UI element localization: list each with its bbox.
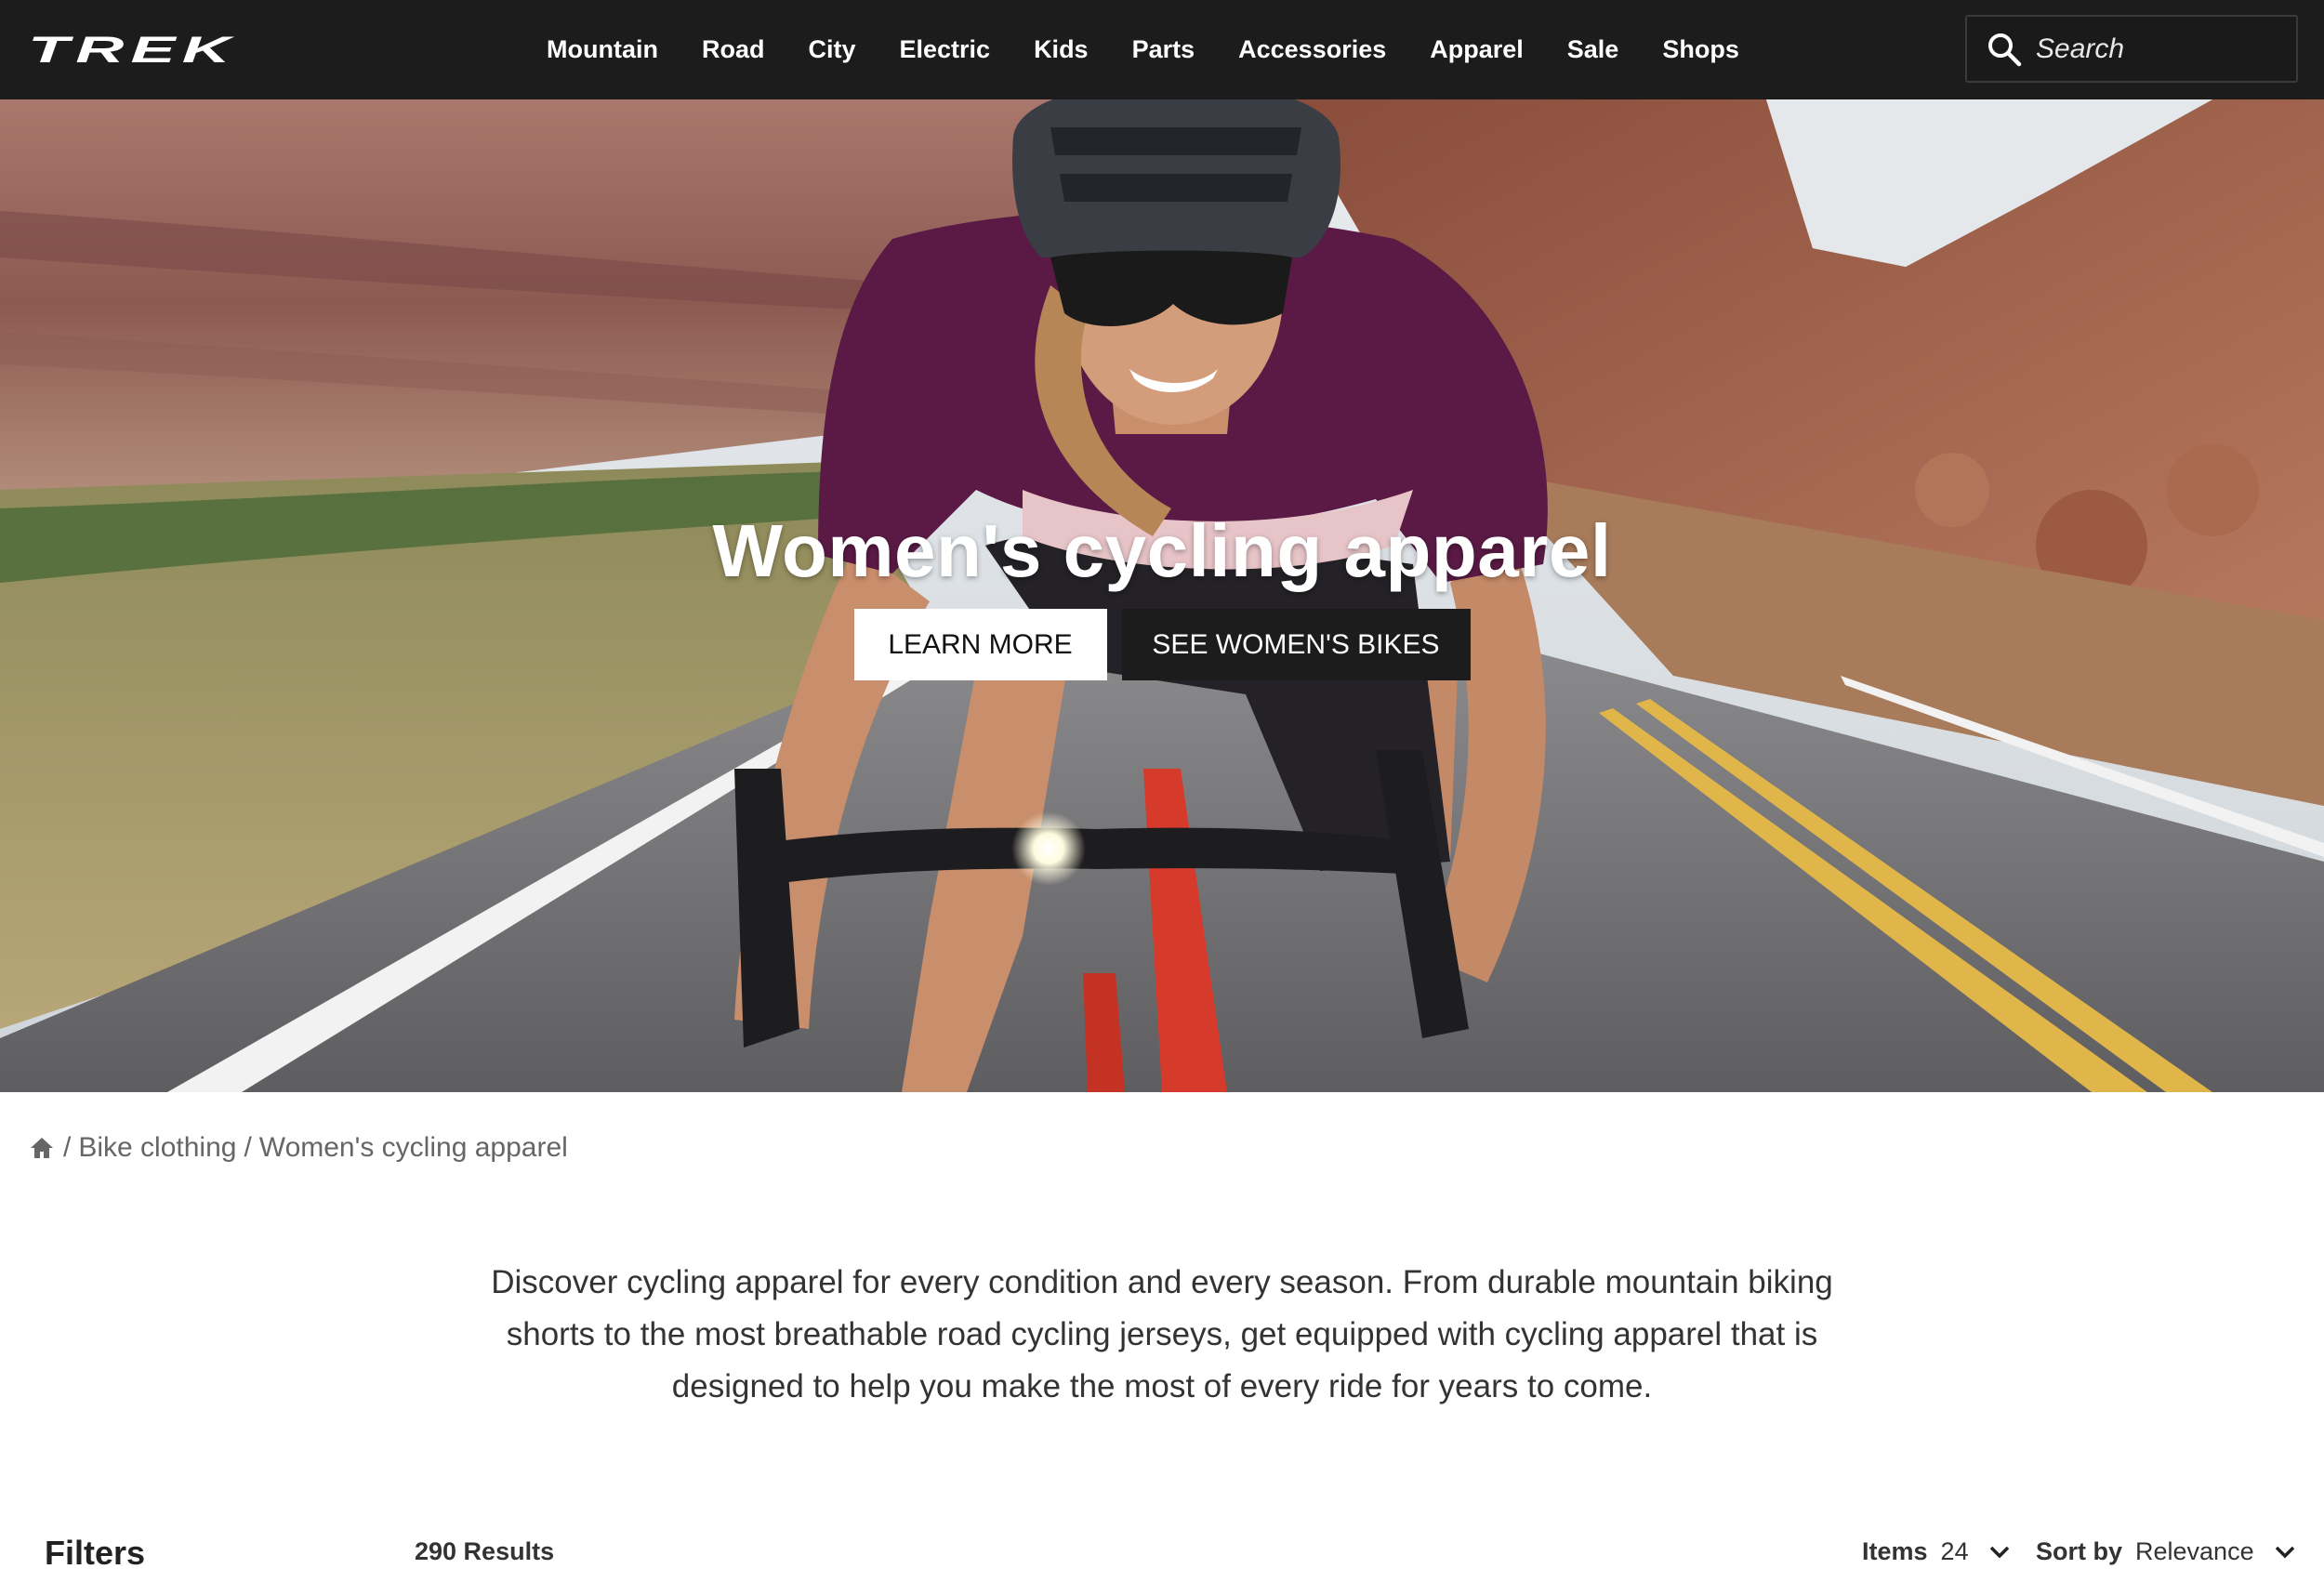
items-label: Items	[1862, 1537, 1928, 1565]
home-icon[interactable]	[28, 1134, 56, 1162]
site-header: TREK Mountain Road City Electric Kids Pa…	[0, 0, 2324, 99]
results-count: 290 Results	[415, 1537, 555, 1565]
items-per-page-select[interactable]: Items 24	[1862, 1537, 2012, 1566]
sort-value: Relevance	[2135, 1537, 2254, 1565]
nav-item-electric[interactable]: Electric	[900, 35, 991, 64]
nav-item-apparel[interactable]: Apparel	[1430, 35, 1524, 64]
breadcrumb-separator: /	[63, 1132, 72, 1163]
nav-item-accessories[interactable]: Accessories	[1238, 35, 1386, 64]
items-value: 24	[1940, 1537, 1969, 1565]
nav-item-parts[interactable]: Parts	[1132, 35, 1195, 64]
search-input[interactable]	[2036, 33, 2278, 65]
hero-title: Women's cycling apparel	[712, 509, 1612, 592]
sort-label: Sort by	[2036, 1537, 2123, 1565]
breadcrumb-separator: /	[244, 1132, 252, 1163]
category-description: Discover cycling apparel for every condi…	[491, 1264, 1833, 1404]
breadcrumb-item-bike-clothing[interactable]: Bike clothing	[78, 1132, 236, 1164]
chevron-down-icon	[2275, 1546, 2294, 1558]
sort-select[interactable]: Sort by Relevance	[2036, 1537, 2297, 1566]
chevron-down-icon	[1989, 1546, 2009, 1558]
search-box[interactable]	[1965, 15, 2298, 83]
nav-item-shops[interactable]: Shops	[1662, 35, 1739, 64]
filters-heading[interactable]: Filters	[45, 1534, 145, 1573]
trek-logo[interactable]: TREK	[28, 32, 242, 69]
nav-item-sale[interactable]: Sale	[1567, 35, 1619, 64]
nav-item-mountain[interactable]: Mountain	[547, 35, 658, 64]
hero-actions: LEARN MORE SEE WOMEN'S BIKES	[0, 609, 2324, 680]
svg-text:TREK: TREK	[28, 32, 237, 69]
breadcrumb: / Bike clothing / Women's cycling appare…	[28, 1132, 568, 1164]
search-icon	[1988, 33, 2022, 66]
nav-item-road[interactable]: Road	[702, 35, 765, 64]
breadcrumb-item-womens-cycling-apparel[interactable]: Women's cycling apparel	[259, 1132, 568, 1164]
nav-item-kids[interactable]: Kids	[1034, 35, 1089, 64]
learn-more-button[interactable]: LEARN MORE	[853, 609, 1107, 680]
hero-banner: Women's cycling apparel LEARN MORE SEE W…	[0, 99, 2324, 1092]
nav-item-city[interactable]: City	[808, 35, 855, 64]
hero-image	[0, 99, 2324, 1092]
see-womens-bikes-button[interactable]: SEE WOMEN'S BIKES	[1121, 609, 1471, 680]
main-nav: Mountain Road City Electric Kids Parts A…	[547, 0, 1783, 99]
